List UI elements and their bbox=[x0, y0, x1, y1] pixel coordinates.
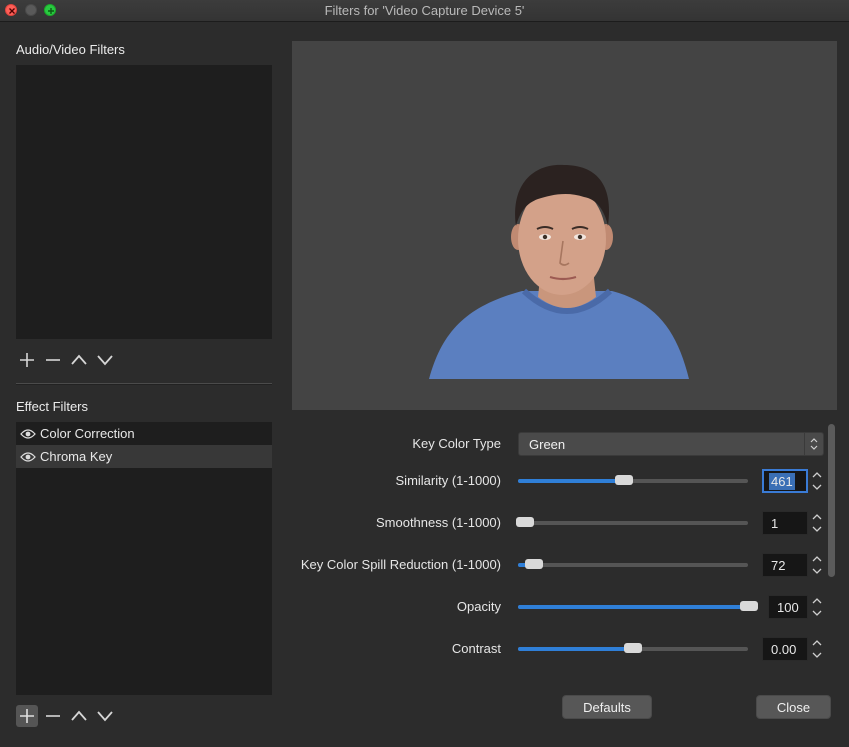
key-color-type-row: Key Color Type Green bbox=[292, 432, 824, 456]
similarity-slider[interactable] bbox=[518, 475, 748, 485]
contrast-slider-fill bbox=[518, 647, 633, 651]
contrast-slider-handle[interactable] bbox=[624, 643, 642, 653]
properties-scrollbar[interactable] bbox=[828, 424, 835, 577]
section-divider bbox=[16, 383, 272, 385]
effect-filter-item-color-correction[interactable]: Color Correction bbox=[16, 422, 272, 445]
contrast-slider[interactable] bbox=[518, 643, 748, 653]
filter-properties: Key Color Type Green Similarity (1-1000)… bbox=[292, 422, 837, 684]
window-title: Filters for 'Video Capture Device 5' bbox=[324, 3, 525, 18]
add-audio-filter-button[interactable] bbox=[16, 349, 38, 371]
plus-icon bbox=[20, 709, 34, 723]
effect-filter-label: Chroma Key bbox=[40, 449, 113, 464]
smoothness-slider-handle[interactable] bbox=[515, 517, 534, 527]
eye-icon[interactable] bbox=[20, 451, 36, 463]
smoothness-slider[interactable] bbox=[515, 517, 748, 527]
contrast-input[interactable]: 0.00 bbox=[762, 637, 808, 661]
keyed-person-image bbox=[429, 164, 689, 379]
spill-reduction-slider-handle[interactable] bbox=[525, 559, 544, 569]
defaults-button[interactable]: Defaults bbox=[562, 695, 652, 719]
spill-reduction-slider[interactable] bbox=[518, 559, 748, 569]
plus-icon bbox=[20, 353, 34, 367]
effect-filter-toolbar bbox=[16, 705, 116, 727]
move-audio-filter-down-button[interactable] bbox=[94, 349, 116, 371]
similarity-slider-fill bbox=[518, 479, 624, 483]
effect-filter-label: Color Correction bbox=[40, 426, 135, 441]
eye-icon[interactable] bbox=[20, 428, 36, 440]
move-effect-filter-up-button[interactable] bbox=[68, 705, 90, 727]
audio-video-filters-label: Audio/Video Filters bbox=[16, 42, 125, 57]
chevron-down-icon bbox=[97, 711, 113, 722]
filter-preview bbox=[292, 41, 837, 410]
close-button[interactable]: Close bbox=[756, 695, 831, 719]
add-effect-filter-button[interactable] bbox=[16, 705, 38, 727]
smoothness-label: Smoothness (1-1000) bbox=[375, 515, 501, 530]
spill-reduction-stepper-icon[interactable] bbox=[810, 553, 824, 577]
chevron-up-icon bbox=[71, 710, 87, 721]
chevron-down-icon bbox=[97, 355, 113, 366]
audio-video-filter-list[interactable] bbox=[16, 65, 272, 339]
select-arrows-icon bbox=[810, 438, 818, 450]
key-color-type-select[interactable]: Green bbox=[518, 432, 824, 456]
move-audio-filter-up-button[interactable] bbox=[68, 349, 90, 371]
opacity-slider-handle[interactable] bbox=[739, 601, 758, 611]
spill-reduction-row: Key Color Spill Reduction (1-1000) 72 bbox=[292, 553, 822, 577]
audio-video-filter-toolbar bbox=[16, 349, 116, 371]
contrast-label: Contrast bbox=[451, 641, 501, 656]
opacity-slider[interactable] bbox=[518, 601, 758, 611]
effect-filters-label: Effect Filters bbox=[16, 399, 89, 414]
effect-filter-item-chroma-key[interactable]: Chroma Key bbox=[16, 445, 272, 468]
chevron-up-icon bbox=[71, 354, 87, 365]
key-color-type-label: Key Color Type bbox=[412, 436, 501, 451]
contrast-row: Contrast 0.00 bbox=[292, 637, 822, 661]
remove-effect-filter-button[interactable] bbox=[42, 705, 64, 727]
minus-icon bbox=[46, 359, 60, 361]
spill-reduction-label: Key Color Spill Reduction (1-1000) bbox=[300, 557, 501, 572]
similarity-row: Similarity (1-1000) 461 bbox=[292, 469, 822, 493]
smoothness-input[interactable]: 1 bbox=[762, 511, 808, 535]
opacity-row: Opacity 100 bbox=[292, 595, 822, 619]
remove-audio-filter-button[interactable] bbox=[42, 349, 64, 371]
title-bar: Filters for 'Video Capture Device 5' bbox=[0, 0, 849, 22]
smoothness-row: Smoothness (1-1000) 1 bbox=[292, 511, 822, 535]
opacity-slider-fill bbox=[518, 605, 756, 609]
spill-reduction-input[interactable]: 72 bbox=[762, 553, 808, 577]
opacity-input[interactable]: 100 bbox=[768, 595, 808, 619]
similarity-input[interactable]: 461 bbox=[762, 469, 808, 493]
move-effect-filter-down-button[interactable] bbox=[94, 705, 116, 727]
contrast-stepper-icon[interactable] bbox=[810, 637, 824, 661]
minus-icon bbox=[46, 715, 60, 717]
similarity-stepper-icon[interactable] bbox=[810, 469, 824, 493]
key-color-type-value: Green bbox=[529, 437, 566, 452]
opacity-label: Opacity bbox=[456, 599, 501, 614]
opacity-stepper-icon[interactable] bbox=[810, 595, 824, 619]
similarity-label: Similarity (1-1000) bbox=[395, 473, 501, 488]
smoothness-stepper-icon[interactable] bbox=[810, 511, 824, 535]
similarity-slider-handle[interactable] bbox=[614, 475, 633, 485]
effect-filter-list: Color Correction Chroma Key bbox=[16, 422, 272, 695]
similarity-value: 461 bbox=[769, 473, 795, 490]
